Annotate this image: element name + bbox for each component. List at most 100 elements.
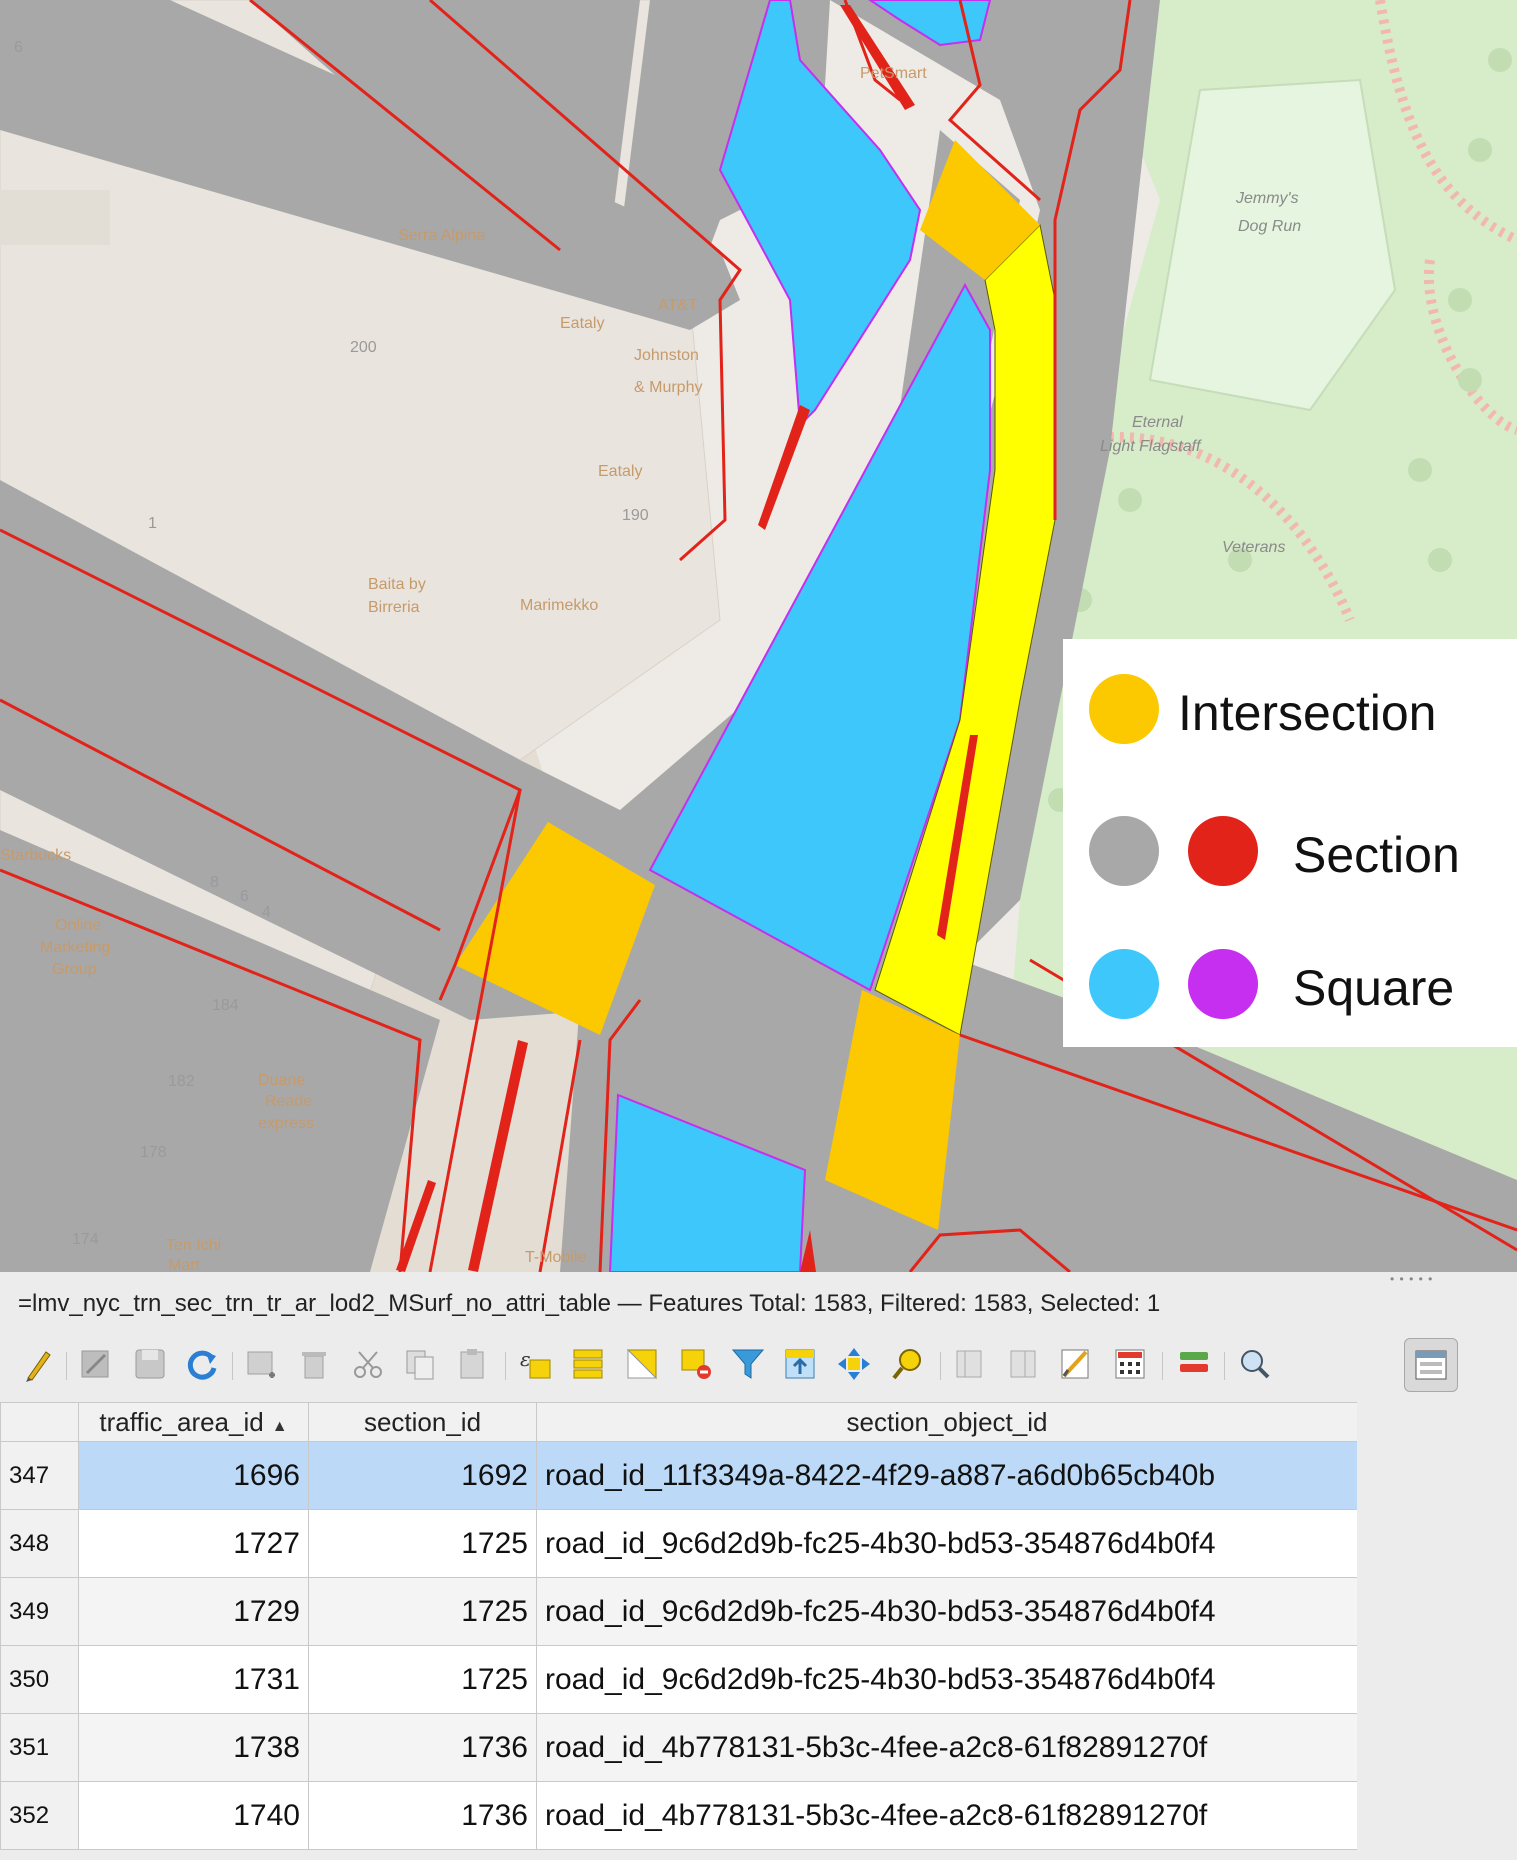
row-number-cell[interactable]: 352 bbox=[0, 1781, 79, 1850]
attribute-table-title: =lmv_nyc_trn_sec_trn_tr_ar_lod2_MSurf_no… bbox=[18, 1290, 1161, 1317]
table-row[interactable]: 349 1729 1725 road_id_9c6d2d9b-fc25-4b30-bd… bbox=[0, 1577, 1358, 1646]
poi-label: Marketing bbox=[40, 939, 110, 956]
map-legend: Intersection Section Square bbox=[1063, 639, 1517, 1047]
traffic-area-id-cell[interactable]: 1729 bbox=[78, 1577, 309, 1646]
poi-label: Jemmy's bbox=[1235, 190, 1299, 207]
legend-square-edge-icon bbox=[1188, 949, 1258, 1019]
delete-feature-icon[interactable] bbox=[292, 1342, 336, 1386]
multi-edit-icon[interactable] bbox=[74, 1342, 118, 1386]
poi-label: Birreria bbox=[368, 599, 420, 616]
poi-label: T-Mobile bbox=[525, 1249, 586, 1266]
legend-label-section: Section bbox=[1293, 827, 1460, 883]
reload-icon[interactable] bbox=[180, 1342, 224, 1386]
zoom-to-selection-icon[interactable] bbox=[886, 1342, 930, 1386]
legend-section-edge-icon bbox=[1188, 816, 1258, 886]
poi-label: PetSmart bbox=[860, 65, 927, 82]
section-object-id-cell[interactable]: road_id_9c6d2d9b-fc25-4b30-bd53-354876d4… bbox=[536, 1509, 1358, 1578]
column-header-label: section_object_id bbox=[846, 1406, 1048, 1437]
building-number: 6 bbox=[14, 39, 23, 56]
building-number: 184 bbox=[212, 997, 239, 1014]
poi-label: Mart bbox=[168, 1257, 201, 1272]
select-all-icon[interactable] bbox=[566, 1342, 610, 1386]
conditional-formatting-icon[interactable] bbox=[1108, 1342, 1152, 1386]
move-selection-to-top-icon[interactable] bbox=[778, 1342, 822, 1386]
attribute-table-toolbar: ε bbox=[0, 1332, 1517, 1398]
deselect-all-icon[interactable] bbox=[674, 1342, 718, 1386]
cut-icon[interactable] bbox=[346, 1342, 390, 1386]
section-object-id-cell[interactable]: road_id_11f3349a-8422-4f29-a887-a6d0b65c… bbox=[536, 1441, 1358, 1510]
new-field-icon[interactable] bbox=[948, 1342, 992, 1386]
table-row[interactable]: 350 1731 1725 road_id_9c6d2d9b-fc25-4b30-bd… bbox=[0, 1645, 1358, 1714]
poi-label: Reade bbox=[265, 1093, 312, 1110]
field-calculator-icon[interactable] bbox=[1054, 1342, 1098, 1386]
building-number: 200 bbox=[350, 339, 377, 356]
row-number-cell[interactable]: 350 bbox=[0, 1645, 79, 1714]
section-id-cell[interactable]: 1725 bbox=[308, 1509, 537, 1578]
section-id-cell[interactable]: 1725 bbox=[308, 1645, 537, 1714]
row-number-cell[interactable]: 351 bbox=[0, 1713, 79, 1782]
invert-selection-icon[interactable] bbox=[620, 1342, 664, 1386]
table-row[interactable]: 351 1738 1736 road_id_4b778131-5b3c-4fee-a2… bbox=[0, 1713, 1358, 1782]
save-edits-icon[interactable] bbox=[128, 1342, 172, 1386]
form-view-icon[interactable] bbox=[1404, 1338, 1458, 1392]
svg-text:ε: ε bbox=[520, 1347, 531, 1371]
traffic-area-id-cell[interactable]: 1740 bbox=[78, 1781, 309, 1850]
section-id-cell[interactable]: 1736 bbox=[308, 1781, 537, 1850]
toggle-editing-icon[interactable] bbox=[14, 1342, 58, 1386]
column-header-section-object-id[interactable]: section_object_id bbox=[536, 1402, 1358, 1442]
section-id-cell[interactable]: 1725 bbox=[308, 1577, 537, 1646]
filter-icon[interactable] bbox=[726, 1342, 770, 1386]
attribute-grid: traffic_area_id ▲ section_id section_obje… bbox=[0, 1402, 1358, 1850]
sort-ascending-icon: ▲ bbox=[271, 1417, 288, 1435]
poi-label: AT&T bbox=[658, 297, 698, 314]
map-canvas[interactable]: PetSmart Serra Alpina Eataly AT&T Johnston & … bbox=[0, 0, 1517, 1272]
pan-to-selection-icon[interactable] bbox=[832, 1342, 876, 1386]
poi-label: Eataly bbox=[598, 463, 642, 480]
poi-label: Online bbox=[55, 917, 101, 934]
column-header-traffic-area-id[interactable]: traffic_area_id ▲ bbox=[78, 1402, 309, 1442]
paste-icon[interactable] bbox=[450, 1342, 494, 1386]
traffic-area-id-cell[interactable]: 1731 bbox=[78, 1645, 309, 1714]
panel-resize-handle[interactable]: • • • • • bbox=[1390, 1272, 1433, 1286]
poi-label: Eternal bbox=[1132, 414, 1183, 431]
traffic-area-id-cell[interactable]: 1696 bbox=[78, 1441, 309, 1510]
poi-label: & Murphy bbox=[634, 379, 702, 396]
building-number: 6 bbox=[240, 888, 249, 905]
building-number: 1 bbox=[148, 515, 157, 532]
add-feature-icon[interactable] bbox=[240, 1342, 284, 1386]
section-object-id-cell[interactable]: road_id_9c6d2d9b-fc25-4b30-bd53-354876d4… bbox=[536, 1645, 1358, 1714]
table-row[interactable]: 352 1740 1736 road_id_4b778131-5b3c-4fee-a2… bbox=[0, 1781, 1358, 1850]
legend-section-fill-icon bbox=[1089, 816, 1159, 886]
table-row[interactable]: 348 1727 1725 road_id_9c6d2d9b-fc25-4b30-bd… bbox=[0, 1509, 1358, 1578]
map-svg[interactable]: PetSmart Serra Alpina Eataly AT&T Johnston & … bbox=[0, 0, 1517, 1272]
section-object-id-cell[interactable]: road_id_4b778131-5b3c-4fee-a2c8-61f82891… bbox=[536, 1781, 1358, 1850]
row-number-cell[interactable]: 348 bbox=[0, 1509, 79, 1578]
section-object-id-cell[interactable]: road_id_9c6d2d9b-fc25-4b30-bd53-354876d4… bbox=[536, 1577, 1358, 1646]
legend-square-fill-icon bbox=[1089, 949, 1159, 1019]
building-number: 8 bbox=[210, 874, 219, 891]
dock-table-icon[interactable] bbox=[1232, 1342, 1276, 1386]
section-id-cell[interactable]: 1736 bbox=[308, 1713, 537, 1782]
delete-field-icon[interactable] bbox=[1002, 1342, 1046, 1386]
building-number: 174 bbox=[72, 1231, 99, 1248]
poi-label: Baita by bbox=[368, 576, 426, 593]
grid-header-row: traffic_area_id ▲ section_id section_obje… bbox=[0, 1402, 1358, 1442]
actions-icon[interactable] bbox=[1172, 1342, 1216, 1386]
grid-empty-area bbox=[1357, 1402, 1517, 1860]
row-number-cell[interactable]: 347 bbox=[0, 1441, 79, 1510]
table-row[interactable]: 347 1696 1692 road_id_11f3349a-8422-4f29-a8… bbox=[0, 1441, 1358, 1510]
poi-label: Veterans bbox=[1222, 539, 1285, 556]
copy-icon[interactable] bbox=[398, 1342, 442, 1386]
section-id-cell[interactable]: 1692 bbox=[308, 1441, 537, 1510]
column-header-section-id[interactable]: section_id bbox=[308, 1402, 537, 1442]
building-number: 4 bbox=[262, 904, 271, 921]
select-by-expression-icon[interactable]: ε bbox=[514, 1342, 558, 1386]
section-object-id-cell[interactable]: road_id_4b778131-5b3c-4fee-a2c8-61f82891… bbox=[536, 1713, 1358, 1782]
poi-label: Dog Run bbox=[1238, 218, 1301, 235]
traffic-area-id-cell[interactable]: 1738 bbox=[78, 1713, 309, 1782]
poi-label: Johnston bbox=[634, 347, 699, 364]
row-number-cell[interactable]: 349 bbox=[0, 1577, 79, 1646]
traffic-area-id-cell[interactable]: 1727 bbox=[78, 1509, 309, 1578]
row-number-header[interactable] bbox=[0, 1402, 79, 1442]
building-number: 190 bbox=[622, 507, 649, 524]
